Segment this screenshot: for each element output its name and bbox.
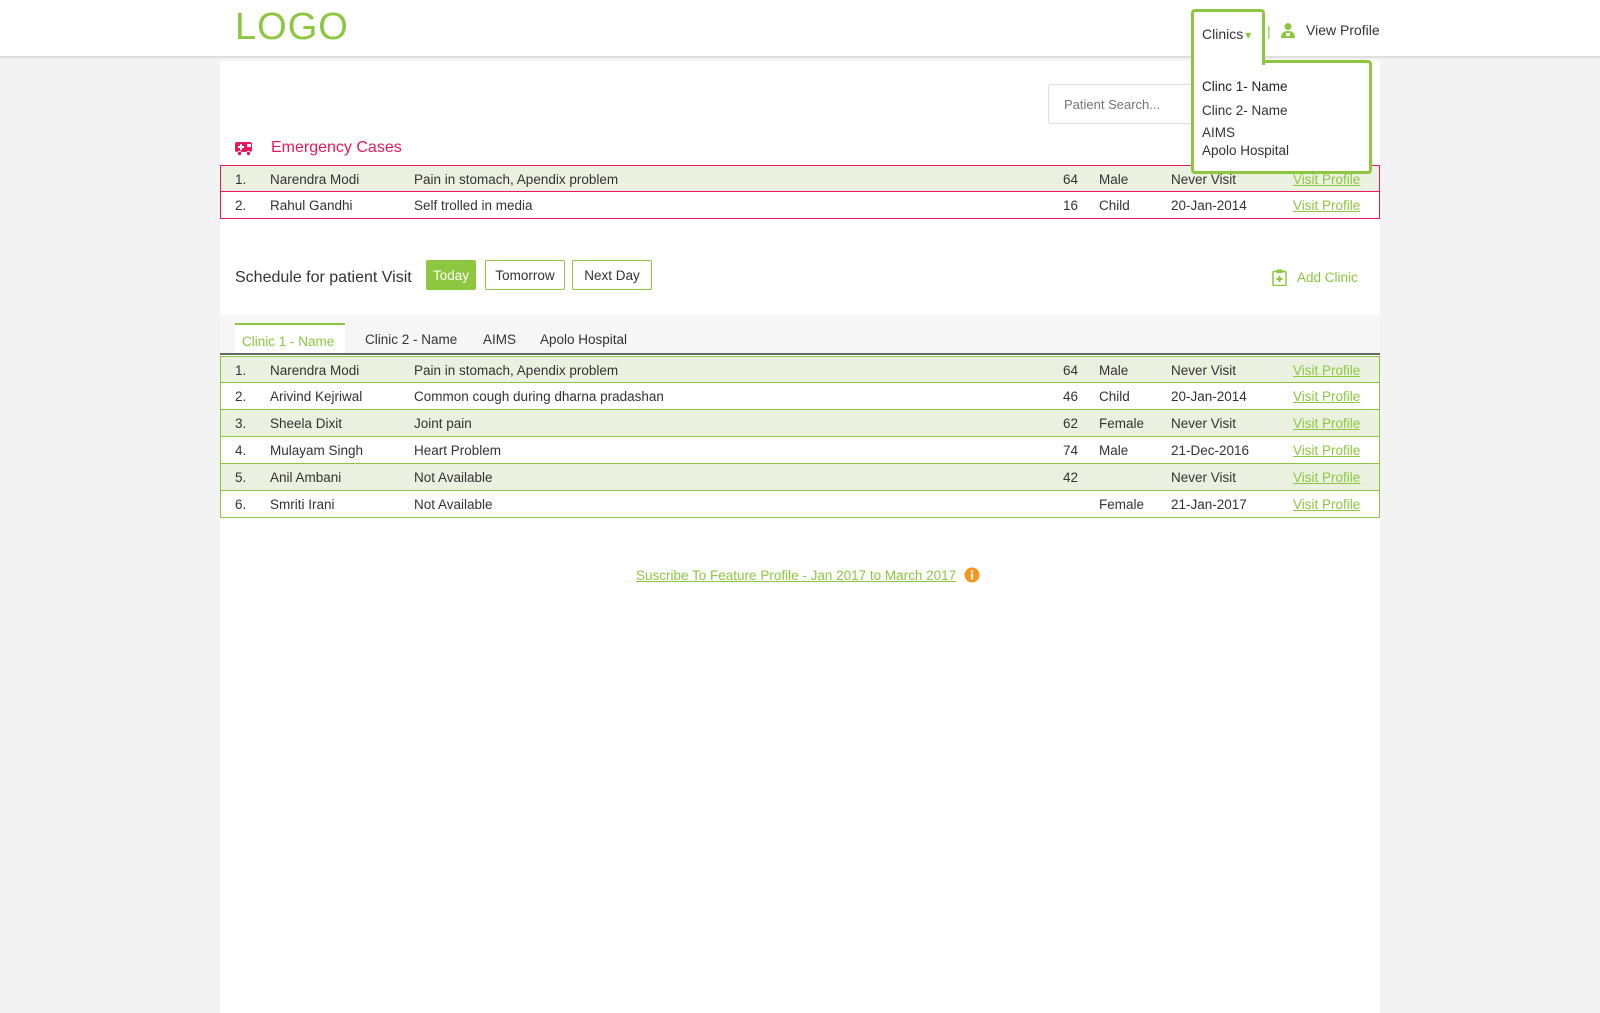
patient-name: Narendra Modi — [270, 172, 360, 187]
clinic-tabs: Clinic 1 - Name Clinic 2 - Name AIMS Apo… — [220, 315, 1380, 355]
header-separator: | — [1267, 23, 1271, 39]
patient-gender: Child — [1099, 198, 1130, 213]
visit-profile-link[interactable]: Visit Profile — [1293, 389, 1360, 404]
schedule-heading: Schedule for patient Visit — [235, 269, 412, 286]
emergency-cases-heading: Emergency Cases — [235, 139, 402, 157]
patient-problem: Self trolled in media — [414, 198, 533, 213]
table-row: 3. Sheela Dixit Joint pain 62 Female Nev… — [220, 410, 1380, 437]
row-number: 4. — [235, 443, 247, 458]
tab-apolo-hospital[interactable]: Apolo Hospital — [540, 323, 627, 353]
visit-profile-link[interactable]: Visit Profile — [1293, 172, 1360, 187]
patient-problem: Joint pain — [414, 416, 472, 431]
last-visit: Never Visit — [1171, 416, 1237, 431]
last-visit: 21-Dec-2016 — [1171, 443, 1250, 458]
table-row: 1. Narendra Modi Pain in stomach, Apendi… — [220, 356, 1380, 383]
patient-name: Smriti Irani — [270, 497, 335, 512]
ambulance-icon — [235, 142, 252, 156]
patient-problem: Not Available — [414, 497, 493, 512]
last-visit: Never Visit — [1171, 172, 1237, 187]
add-clinic-label: Add Clinic — [1297, 270, 1358, 285]
table-row: 2. Rahul Gandhi Self trolled in media 16… — [220, 192, 1380, 219]
next-day-button[interactable]: Next Day — [572, 260, 652, 290]
dropdown-item-clinic-1[interactable]: Clinc 1- Name — [1202, 80, 1288, 94]
row-number: 2. — [235, 389, 247, 404]
logo[interactable]: LOGO — [235, 6, 349, 49]
patient-name: Arivind Kejriwal — [270, 389, 363, 404]
patient-age: 64 — [1063, 172, 1079, 187]
emergency-cases-title: Emergency Cases — [271, 139, 402, 156]
patient-name: Rahul Gandhi — [270, 198, 353, 213]
patient-problem: Not Available — [414, 470, 493, 485]
view-profile-link[interactable]: View Profile — [1280, 22, 1380, 38]
dropdown-item-aims[interactable]: AIMS — [1202, 126, 1235, 140]
visit-profile-link[interactable]: Visit Profile — [1293, 363, 1360, 378]
patient-age: 62 — [1063, 416, 1079, 431]
dropdown-item-clinic-2[interactable]: Clinc 2- Name — [1202, 104, 1288, 118]
patient-problem: Pain in stomach, Apendix problem — [414, 172, 619, 187]
row-number: 1. — [235, 172, 247, 187]
table-row: 6. Smriti Irani Not Available Female 21-… — [220, 491, 1380, 518]
table-row: 5. Anil Ambani Not Available 42 Never Vi… — [220, 464, 1380, 491]
last-visit: Never Visit — [1171, 363, 1237, 378]
table-row: 4. Mulayam Singh Heart Problem 74 Male 2… — [220, 437, 1380, 464]
last-visit: 21-Jan-2017 — [1171, 497, 1247, 512]
patient-name: Narendra Modi — [270, 363, 360, 378]
row-number: 2. — [235, 198, 247, 213]
patient-age: 16 — [1063, 198, 1079, 213]
caret-down-icon: ▾ — [1245, 28, 1252, 42]
patient-name: Anil Ambani — [270, 470, 342, 485]
schedule-table: 1. Narendra Modi Pain in stomach, Apendi… — [220, 356, 1380, 518]
clinics-label: Clinics — [1202, 26, 1244, 42]
tab-clinic-1[interactable]: Clinic 1 - Name — [235, 323, 345, 353]
patient-gender: Male — [1099, 363, 1129, 378]
patient-search-input[interactable] — [1048, 84, 1198, 124]
main-panel: Emergency Cases 1. Narendra Modi Pain in… — [220, 61, 1380, 1013]
view-profile-label: View Profile — [1306, 22, 1380, 38]
add-clinic-button[interactable]: Add Clinic — [1272, 269, 1358, 286]
patient-gender: Child — [1099, 389, 1130, 404]
patient-gender: Female — [1099, 416, 1145, 431]
patient-problem: Pain in stomach, Apendix problem — [414, 363, 619, 378]
row-number: 5. — [235, 470, 247, 485]
patient-name: Mulayam Singh — [270, 443, 364, 458]
info-icon[interactable] — [964, 567, 980, 583]
patient-problem: Heart Problem — [414, 443, 502, 458]
subscribe-footer: Suscribe To Feature Profile - Jan 2017 t… — [636, 567, 980, 583]
clinics-dropdown-menu: Clinc 1- Name Clinc 2- Name AIMS Apolo H… — [1191, 60, 1372, 174]
patient-gender: Male — [1099, 443, 1129, 458]
visit-profile-link[interactable]: Visit Profile — [1293, 497, 1360, 512]
visit-profile-link[interactable]: Visit Profile — [1293, 416, 1360, 431]
patient-gender: Female — [1099, 497, 1145, 512]
visit-profile-link[interactable]: Visit Profile — [1293, 470, 1360, 485]
tab-aims[interactable]: AIMS — [483, 323, 516, 353]
visit-profile-link[interactable]: Visit Profile — [1293, 443, 1360, 458]
tomorrow-button[interactable]: Tomorrow — [485, 260, 565, 290]
row-number: 1. — [235, 363, 247, 378]
patient-name: Sheela Dixit — [270, 416, 343, 431]
patient-problem: Common cough during dharna pradashan — [414, 389, 664, 404]
row-number: 3. — [235, 416, 247, 431]
visit-profile-link[interactable]: Visit Profile — [1293, 198, 1360, 213]
patient-age: 46 — [1063, 389, 1079, 404]
today-button[interactable]: Today — [426, 260, 476, 290]
patient-age: 42 — [1063, 470, 1079, 485]
dropdown-item-apolo-hospital[interactable]: Apolo Hospital — [1202, 144, 1289, 158]
subscribe-link[interactable]: Suscribe To Feature Profile - Jan 2017 t… — [636, 568, 956, 583]
table-row: 2. Arivind Kejriwal Common cough during … — [220, 383, 1380, 410]
clipboard-icon — [1272, 269, 1287, 286]
tab-clinic-2[interactable]: Clinic 2 - Name — [365, 323, 457, 353]
patient-gender: Male — [1099, 172, 1129, 187]
user-icon — [1281, 23, 1295, 38]
row-number: 6. — [235, 497, 247, 512]
patient-age: 64 — [1063, 363, 1079, 378]
last-visit: 20-Jan-2014 — [1171, 389, 1247, 404]
patient-age: 74 — [1063, 443, 1079, 458]
clinics-dropdown-toggle[interactable]: Clinics ▾ — [1191, 9, 1265, 65]
last-visit: Never Visit — [1171, 470, 1237, 485]
last-visit: 20-Jan-2014 — [1171, 198, 1247, 213]
